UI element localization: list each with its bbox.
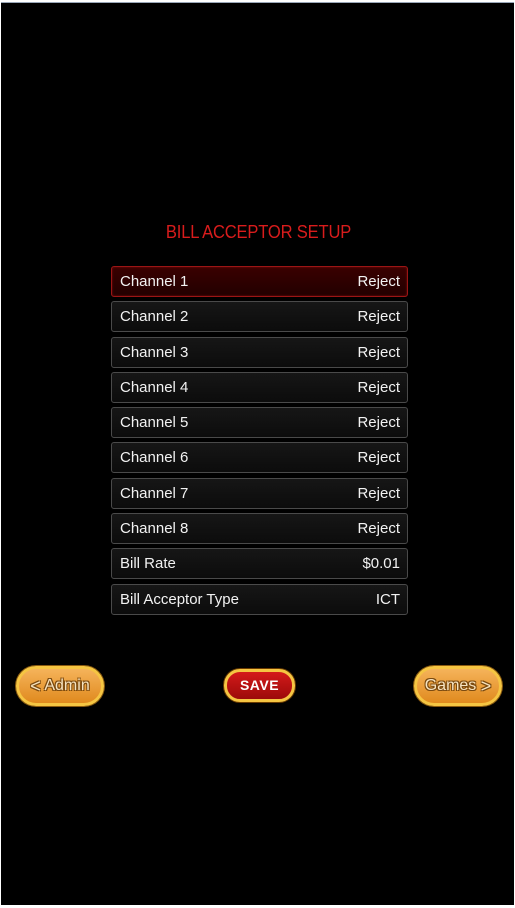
setting-row-channel-3[interactable]: Channel 3 Reject <box>111 336 408 368</box>
bill-acceptor-setup-screen: BILL ACCEPTOR SETUP Channel 1 Reject Cha… <box>1 2 514 905</box>
setting-row-channel-8[interactable]: Channel 8 Reject <box>111 513 408 545</box>
setting-row-channel-4[interactable]: Channel 4 Reject <box>111 371 408 403</box>
setting-value: ICT <box>375 590 400 608</box>
setting-value: Reject <box>357 520 400 538</box>
setting-value: Reject <box>357 414 400 432</box>
admin-button[interactable]: < Admin <box>16 666 104 706</box>
games-button-label: Games <box>424 677 477 694</box>
setting-row-channel-7[interactable]: Channel 7 Reject <box>111 477 408 509</box>
setting-label: Channel 8 <box>120 520 189 538</box>
setting-row-channel-2[interactable]: Channel 2 Reject <box>111 301 408 333</box>
setting-label: Channel 7 <box>120 484 189 502</box>
admin-button-label: Admin <box>44 677 90 694</box>
setting-label: Channel 3 <box>120 343 189 361</box>
chevron-right-icon: > <box>480 676 492 696</box>
setting-label: Channel 4 <box>120 378 189 396</box>
setting-row-channel-5[interactable]: Channel 5 Reject <box>111 407 408 439</box>
setting-row-channel-6[interactable]: Channel 6 Reject <box>111 442 408 474</box>
setting-value: Reject <box>357 343 400 361</box>
setting-row-bill-rate[interactable]: Bill Rate $0.01 <box>111 548 408 580</box>
save-button[interactable]: SAVE <box>224 669 295 702</box>
setting-label: Bill Rate <box>120 555 176 573</box>
setting-row-channel-1[interactable]: Channel 1 Reject <box>111 266 408 297</box>
setting-value: Reject <box>357 484 400 502</box>
chevron-left-icon: < <box>30 676 41 696</box>
save-button-label: SAVE <box>239 677 280 693</box>
setting-label: Channel 6 <box>120 449 189 467</box>
page-title: BILL ACCEPTOR SETUP <box>165 222 352 242</box>
setting-row-bill-acceptor-type[interactable]: Bill Acceptor Type ICT <box>111 583 408 615</box>
setting-value: Reject <box>357 273 400 290</box>
setting-value: $0.01 <box>362 555 400 573</box>
setting-value: Reject <box>357 308 400 326</box>
setting-value: Reject <box>357 449 400 467</box>
setting-value: Reject <box>357 378 400 396</box>
setting-label: Bill Acceptor Type <box>120 590 239 608</box>
setting-label: Channel 2 <box>120 308 189 326</box>
setting-label: Channel 1 <box>120 273 189 290</box>
settings-list: Channel 1 Reject Channel 2 Reject Channe… <box>111 266 408 619</box>
games-button[interactable]: Games > <box>414 666 502 706</box>
setting-label: Channel 5 <box>120 414 189 432</box>
